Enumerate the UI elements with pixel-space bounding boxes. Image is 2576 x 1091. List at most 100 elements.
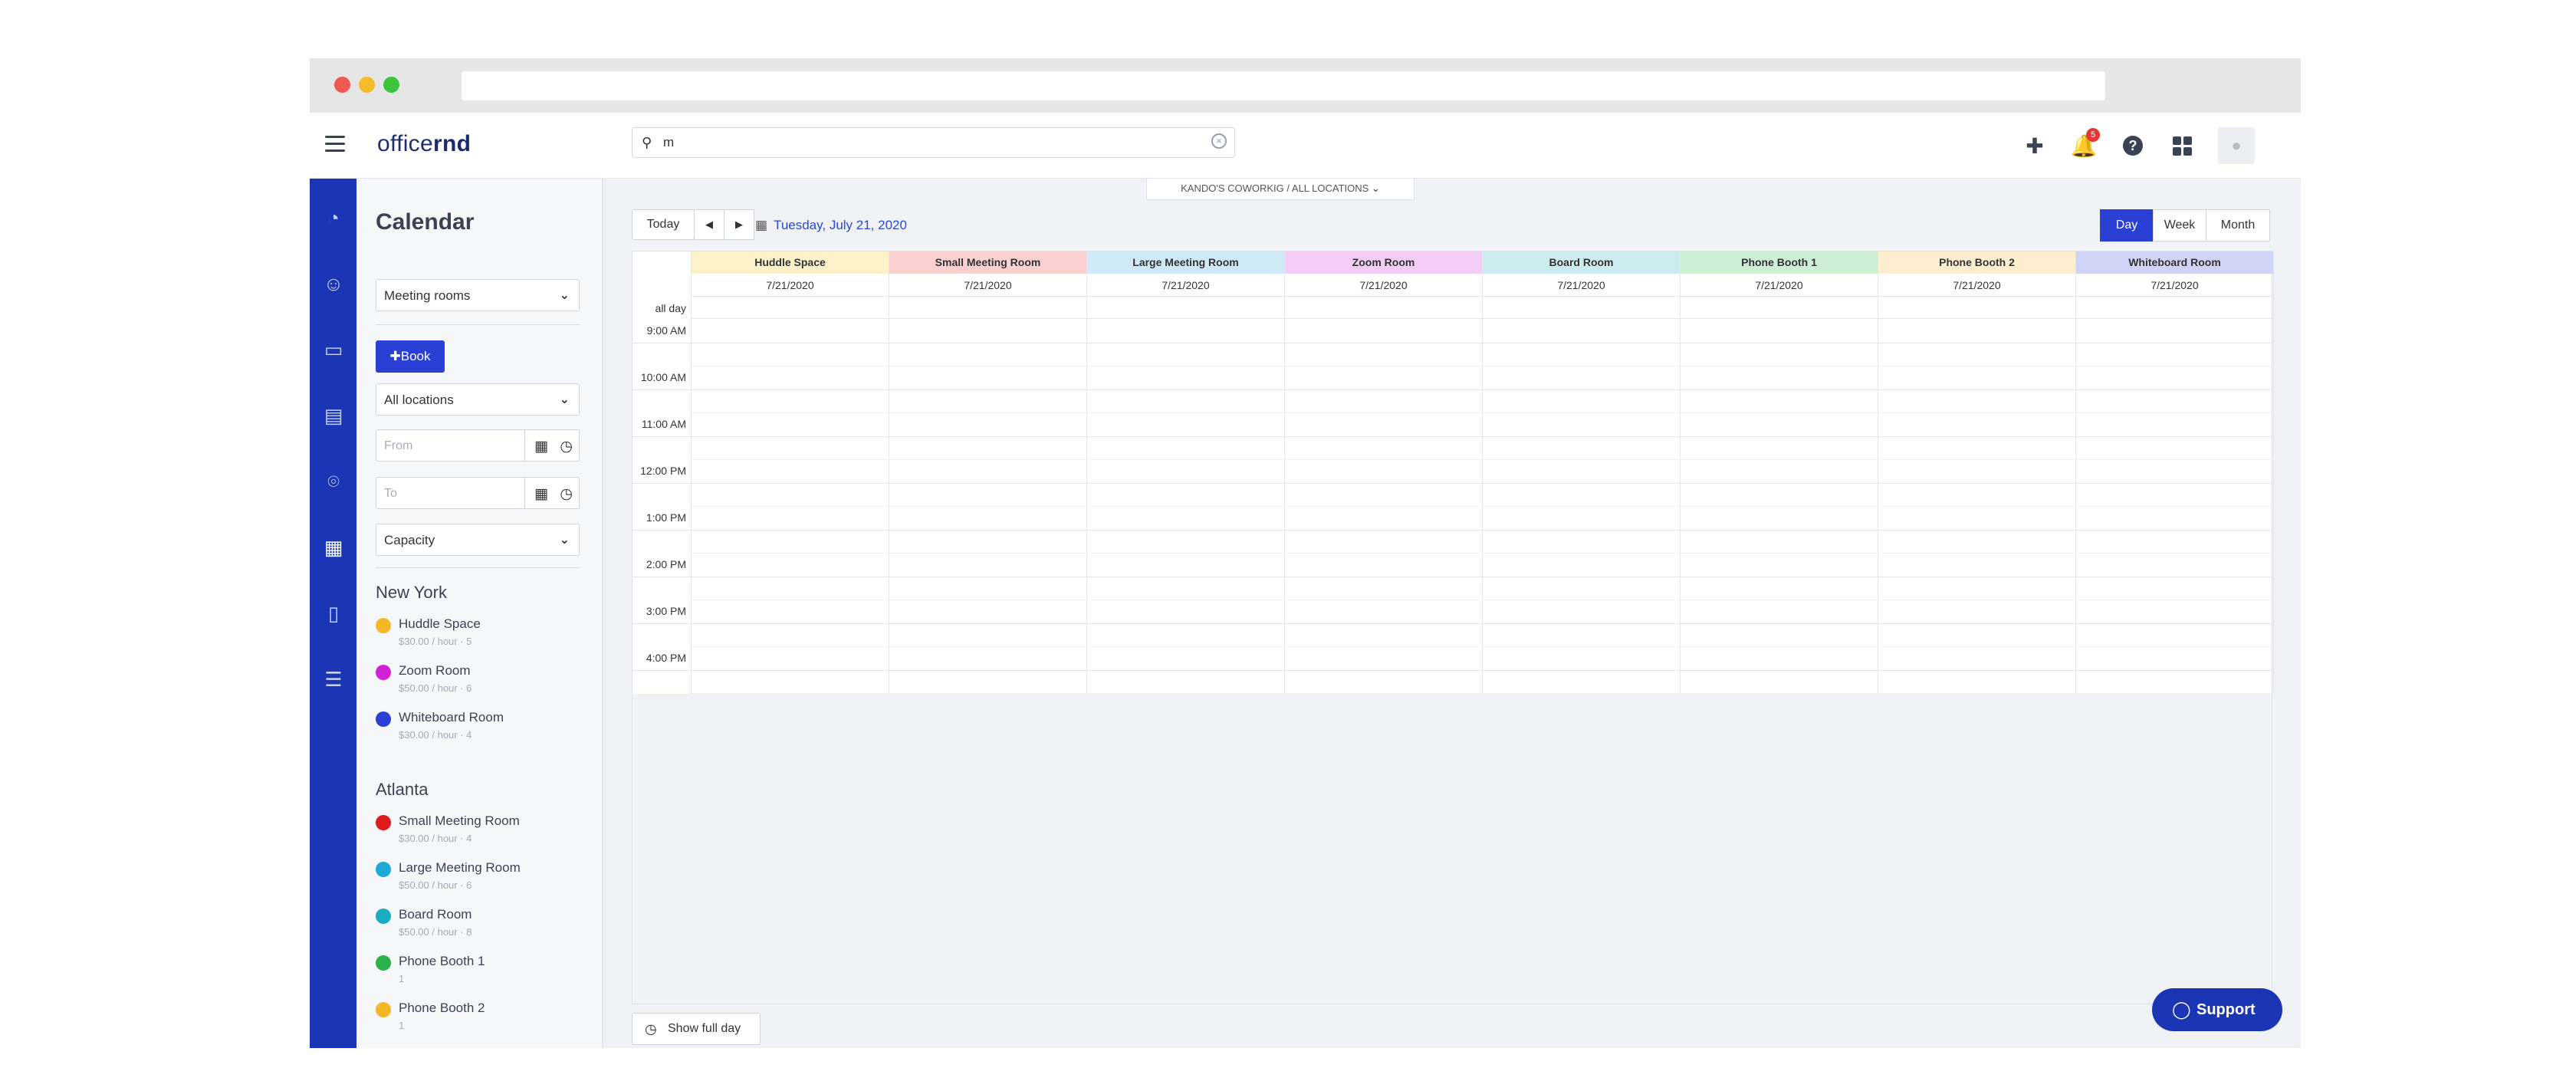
calendar-picker-icon[interactable]: ▦ (534, 438, 548, 455)
clock-icon[interactable]: ◷ (560, 438, 573, 455)
resource-column[interactable]: Phone Booth 1 7/21/2020 (1681, 251, 1878, 694)
resource-type-select[interactable]: Meeting rooms ⌄ (376, 279, 580, 311)
resource-column[interactable]: Huddle Space 7/21/2020 (692, 251, 889, 694)
clear-search-icon[interactable]: × (1211, 133, 1227, 149)
grid-line (632, 435, 2272, 437)
column-header: Phone Booth 1 (1681, 251, 1878, 274)
close-window-button[interactable] (334, 77, 350, 93)
room-color-dot (376, 1002, 391, 1017)
resource-column[interactable]: Whiteboard Room 7/21/2020 (2076, 251, 2274, 694)
room-item[interactable]: Huddle Space $30.00 / hour · 5 (376, 616, 583, 656)
resource-column[interactable]: Large Meeting Room 7/21/2020 (1087, 251, 1285, 694)
room-item[interactable]: Phone Booth 2 1 (376, 1001, 583, 1040)
grid-line (692, 459, 2301, 460)
members-icon[interactable]: ☺ (322, 272, 345, 295)
current-date[interactable]: ▦ Tuesday, July 21, 2020 (755, 218, 907, 233)
address-bar[interactable] (462, 71, 2105, 100)
week-view-button[interactable]: Week (2153, 209, 2206, 242)
document-icon[interactable]: ▯ (322, 602, 345, 625)
day-view-button[interactable]: Day (2100, 209, 2154, 242)
grid-line (692, 553, 2301, 554)
location-group-title: Atlanta (376, 780, 429, 799)
room-color-dot (376, 955, 391, 971)
maximize-window-button[interactable] (383, 77, 399, 93)
calendar-icon[interactable]: ▦ (322, 536, 345, 559)
location-group-title: New York (376, 583, 447, 602)
menu-icon[interactable] (325, 136, 345, 152)
room-color-dot (376, 665, 391, 680)
minimize-window-button[interactable] (359, 77, 375, 93)
apps-icon[interactable] (2169, 133, 2195, 159)
time-label: 9:00 AM (646, 324, 686, 337)
add-icon[interactable]: ✚ (2022, 133, 2048, 159)
chat-bubble-icon: ◯ (2172, 1000, 2191, 1019)
time-label: 2:00 PM (646, 558, 686, 570)
support-button[interactable]: ◯ Support (2152, 988, 2282, 1031)
location-icon[interactable]: ⌾ (322, 470, 345, 493)
allday-cell[interactable] (1483, 297, 1680, 319)
allday-cell[interactable] (889, 297, 1086, 319)
month-view-button[interactable]: Month (2206, 209, 2270, 242)
allday-cell[interactable] (1087, 297, 1284, 319)
from-field[interactable]: From ▦ ◷ (376, 429, 580, 462)
calendar-picker-icon[interactable]: ▦ (534, 485, 548, 503)
location-switcher[interactable]: KANDO'S COWORKIG / ALL LOCATIONS ⌄ (1146, 179, 1414, 200)
time-column: all day 9:00 AM 10:00 AM 11:00 AM 12:00 … (632, 251, 692, 694)
prev-day-button[interactable]: ◀ (694, 209, 724, 240)
header-actions: ✚ 🔔 5 ? ● (2022, 127, 2255, 165)
allday-cell[interactable] (1285, 297, 1482, 319)
locations-select[interactable]: All locations ⌄ (376, 383, 580, 416)
grid-line (632, 389, 2272, 390)
resource-column[interactable]: Small Meeting Room 7/21/2020 (889, 251, 1087, 694)
time-label: 12:00 PM (640, 465, 686, 477)
room-item[interactable]: Whiteboard Room $30.00 / hour · 4 (376, 710, 583, 750)
capacity-select[interactable]: Capacity ⌄ (376, 524, 580, 556)
clock-icon: ◷ (645, 1021, 657, 1037)
left-nav: ◔ ☺ ▭ ▤ ⌾ ▦ ▯ ☰ (310, 179, 356, 1048)
column-header: Phone Booth 2 (1878, 251, 2075, 274)
chevron-down-icon: ⌄ (559, 534, 570, 547)
show-full-day-button[interactable]: ◷ Show full day (632, 1013, 761, 1045)
search-icon: ⚲ (642, 135, 652, 150)
clock-icon[interactable]: ◷ (560, 485, 573, 503)
room-item[interactable]: Small Meeting Room $30.00 / hour · 4 (376, 813, 583, 853)
time-label: 11:00 AM (641, 418, 686, 430)
grid-line (632, 529, 2272, 531)
allday-cell[interactable] (2076, 297, 2273, 319)
room-item[interactable]: Board Room $50.00 / hour · 8 (376, 907, 583, 947)
search-input[interactable]: ⚲ m × (632, 127, 1235, 158)
resource-column[interactable]: Phone Booth 2 7/21/2020 (1878, 251, 2076, 694)
grid-line (692, 646, 2301, 647)
room-item[interactable]: Large Meeting Room $50.00 / hour · 6 (376, 860, 583, 900)
book-button[interactable]: ✚Book (376, 340, 445, 373)
column-header: Whiteboard Room (2076, 251, 2273, 274)
grid-line (692, 412, 2301, 413)
calendar-sidebar: Calendar Meeting rooms ⌄ ✚Book All locati… (356, 179, 603, 1048)
grid-line (692, 693, 2301, 694)
calendar-icon: ▦ (755, 218, 768, 232)
allday-cell[interactable] (692, 297, 889, 319)
dashboard-icon[interactable]: ◔ (322, 206, 345, 229)
room-color-dot (376, 618, 391, 633)
today-button[interactable]: Today (632, 209, 695, 240)
room-color-dot (376, 815, 391, 830)
allday-cell[interactable] (1878, 297, 2075, 319)
page-title: Calendar (376, 209, 475, 235)
allday-cell[interactable] (1681, 297, 1878, 319)
app-logo[interactable]: officernd (377, 131, 471, 157)
settings-icon[interactable]: ☰ (322, 668, 345, 691)
column-date: 7/21/2020 (1483, 274, 1680, 297)
resource-column[interactable]: Board Room 7/21/2020 (1483, 251, 1681, 694)
notifications-icon[interactable]: 🔔 5 (2071, 128, 2100, 159)
browser-window: officernd ⚲ m × ✚ 🔔 5 ? ● ◔ ☺ ▭ ▤ ⌾ ▦ ▯ ☰… (310, 58, 2301, 1048)
help-icon[interactable]: ? (2120, 133, 2146, 159)
column-header: Board Room (1483, 251, 1680, 274)
room-item[interactable]: Zoom Room $50.00 / hour · 6 (376, 663, 583, 703)
chat-icon[interactable]: ▭ (322, 338, 345, 361)
room-item[interactable]: Phone Booth 1 1 (376, 954, 583, 994)
to-field[interactable]: To ▦ ◷ (376, 477, 580, 509)
resource-column[interactable]: Zoom Room 7/21/2020 (1285, 251, 1483, 694)
avatar[interactable]: ● (2218, 127, 2255, 164)
next-day-button[interactable]: ▶ (724, 209, 754, 240)
billing-icon[interactable]: ▤ (322, 404, 345, 427)
